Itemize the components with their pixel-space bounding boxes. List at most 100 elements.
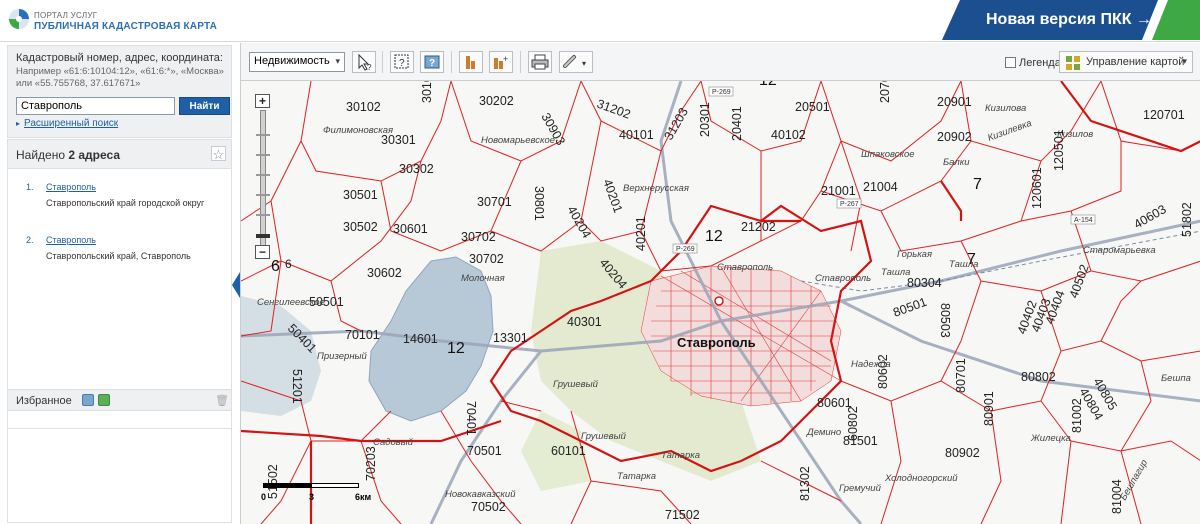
parcel-label: 80802 (1021, 370, 1056, 384)
place-label: Татарка (661, 450, 700, 461)
grid-icon (1066, 56, 1080, 70)
measure-info-icon: ? (394, 54, 409, 69)
zoom-tick (256, 214, 270, 216)
place-label: Ташла (949, 259, 978, 270)
search-input[interactable] (16, 97, 175, 115)
left-panel: Кадастровый номер, адрес, координата: На… (0, 43, 236, 524)
search-button[interactable]: Найти (179, 97, 230, 115)
zoom-slider[interactable] (260, 110, 266, 248)
parcel-label: 20902 (937, 130, 972, 144)
result-link[interactable]: Ставрополь (46, 179, 96, 195)
place-label: Ташла (881, 267, 910, 278)
advanced-search-link[interactable]: Расширенный поиск (24, 118, 118, 129)
parcel-label: 30702 (461, 230, 496, 244)
parcel-label: 30602 (367, 266, 402, 280)
header: ПОРТАЛ УСЛУГ ПУБЛИЧНАЯ КАДАСТРОВАЯ КАРТА… (0, 0, 1200, 42)
portal-logo-icon[interactable] (8, 7, 30, 31)
zoom-out-button[interactable]: − (255, 245, 270, 259)
scale-label: 3 (309, 492, 315, 502)
scale-bar: 0 3 6км (261, 483, 383, 513)
print-icon (531, 54, 549, 70)
zoom-control: + − (255, 94, 271, 264)
trash-icon[interactable]: 🗑 (215, 394, 229, 407)
city-marker-icon[interactable] (714, 296, 724, 306)
parcel-label: 30701 (477, 195, 512, 209)
place-label: Филимоновская (323, 125, 393, 136)
layer-select[interactable]: Недвижимость ▾ (249, 52, 345, 72)
parcel-label: 60802 (846, 406, 860, 441)
place-label: Новомарьевское (481, 135, 555, 146)
place-label: Ставрополь (815, 273, 871, 284)
search-panel: Кадастровый номер, адрес, координата: На… (7, 45, 232, 138)
logo-title[interactable]: ПУБЛИЧНАЯ КАДАСТРОВАЯ КАРТА (34, 21, 217, 32)
building-plus-icon: + (494, 54, 508, 69)
parcel-label: 120701 (1143, 108, 1185, 122)
zoom-handle[interactable] (256, 234, 270, 238)
legend-checkbox[interactable] (1005, 57, 1016, 68)
building-plus-button[interactable]: + (489, 51, 513, 73)
new-version-label: Новая версия ПКК → (986, 11, 1152, 28)
place-label: Горькая (897, 249, 932, 260)
place-label: Старомарьевка (1083, 245, 1156, 256)
favorites-header: Избранное 🗑 (7, 389, 232, 411)
place-label: Новокавказский (445, 489, 516, 500)
map-canvas[interactable]: 30102 30103 30202 30903 31202 20301 2040… (240, 81, 1200, 524)
map-toolbar: Недвижимость ▾ ? ? ? + ▾ Легенда Управле… (240, 43, 1200, 81)
parcel-label: 70203 (364, 446, 378, 481)
add-favorite-star-icon[interactable]: ☆ (211, 146, 226, 162)
search-example: Например «61:6:10104:12», «61:6:*», «Мос… (16, 66, 224, 89)
result-link[interactable]: Ставрополь (46, 232, 96, 248)
zone-label: 12 (447, 340, 465, 357)
parcel-label: 51201 (290, 369, 304, 404)
export-favorites-icon[interactable] (82, 394, 94, 406)
parcel-label: 21001 (821, 184, 856, 198)
parcel-label: 120601 (1030, 167, 1044, 209)
link-icon: ▾ (563, 55, 586, 68)
place-label: Ставрополь (717, 262, 773, 273)
link-button[interactable]: ▾ (559, 51, 593, 73)
place-label: Кизилова (985, 103, 1026, 114)
place-label: Молочная (461, 273, 505, 284)
favorites-list (7, 411, 232, 523)
print-button[interactable] (528, 51, 552, 73)
zone-label: 12 (759, 81, 777, 89)
measure-info-button[interactable]: ? (390, 51, 414, 73)
place-label: Грушевый (581, 431, 627, 442)
place-label: Грушевый (553, 379, 599, 390)
place-label: Жилецка (1030, 433, 1071, 444)
results-title-text: Найдено 2 адреса (16, 148, 120, 162)
building-button[interactable] (459, 51, 483, 73)
parcel-label: 30601 (393, 222, 428, 236)
svg-text:?: ? (399, 58, 405, 69)
parcel-label: 20401 (730, 106, 744, 141)
parcel-label: 20501 (795, 100, 830, 114)
parcel-label: 21004 (863, 180, 898, 194)
advanced-search-arrow-icon: ▸ (16, 119, 21, 128)
place-label: Сенгилеевское (257, 297, 325, 308)
parcel-label: 30702 (469, 252, 504, 266)
map-management-label: Управление картой (1086, 56, 1185, 68)
excel-export-icon[interactable] (98, 394, 110, 406)
chevron-down-icon: ▾ (335, 56, 340, 66)
parcel-label: 80902 (945, 446, 980, 460)
result-desc: Ставропольский край, Ставрополь (46, 251, 191, 261)
parcel-label: 20702 (878, 81, 892, 103)
select-info-button[interactable]: ? (352, 51, 376, 73)
zoom-in-button[interactable]: + (255, 94, 270, 108)
info-button[interactable]: ? (420, 51, 444, 73)
zone-label: 6 (271, 258, 280, 275)
parcel-label: 81002 (1070, 398, 1084, 433)
parcel-label: 60101 (551, 444, 586, 458)
scale-segment (311, 483, 359, 488)
new-version-button[interactable]: Новая версия ПКК → (942, 0, 1200, 40)
parcel-label: 71502 (665, 508, 700, 522)
place-label: Шпаковское (861, 149, 915, 160)
parcel-label: 14601 (403, 332, 438, 346)
parcel-label: 80503 (938, 303, 952, 338)
parcel-label: 40101 (619, 128, 654, 142)
building-icon (466, 56, 475, 69)
place-label: Кизилов (1057, 129, 1093, 140)
info-icon: ? (424, 55, 440, 69)
map-management-dropdown[interactable]: Управление картой ▾ (1059, 51, 1193, 73)
parcel-label: 51802 (1180, 202, 1194, 237)
